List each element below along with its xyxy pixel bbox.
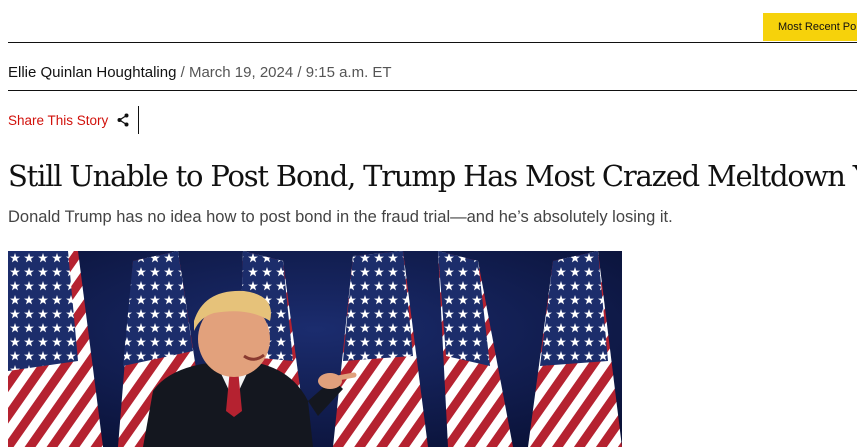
byline-separator: / <box>180 64 185 81</box>
byline-separator: / <box>297 64 302 81</box>
article-dek: Donald Trump has no idea how to post bon… <box>8 208 673 226</box>
share-divider <box>138 106 140 134</box>
hero-image <box>8 251 622 447</box>
most-recent-posts-button[interactable]: Most Recent Po <box>763 13 857 41</box>
share-story-button[interactable]: Share This Story <box>8 106 140 134</box>
byline: Ellie Quinlan Houghtaling / March 19, 20… <box>8 64 392 82</box>
publish-time: 9:15 a.m. ET <box>305 64 392 81</box>
author-link[interactable]: Ellie Quinlan Houghtaling <box>8 64 176 81</box>
top-bar: Most Recent Po <box>0 0 857 42</box>
hero-illustration <box>8 251 622 447</box>
article-headline: Still Unable to Post Bond, Trump Has Mos… <box>8 159 857 193</box>
share-label: Share This Story <box>8 112 109 128</box>
byline-divider <box>8 90 857 91</box>
share-icon[interactable] <box>117 113 129 127</box>
publish-date: March 19, 2024 <box>188 64 294 81</box>
header-divider <box>8 42 857 43</box>
